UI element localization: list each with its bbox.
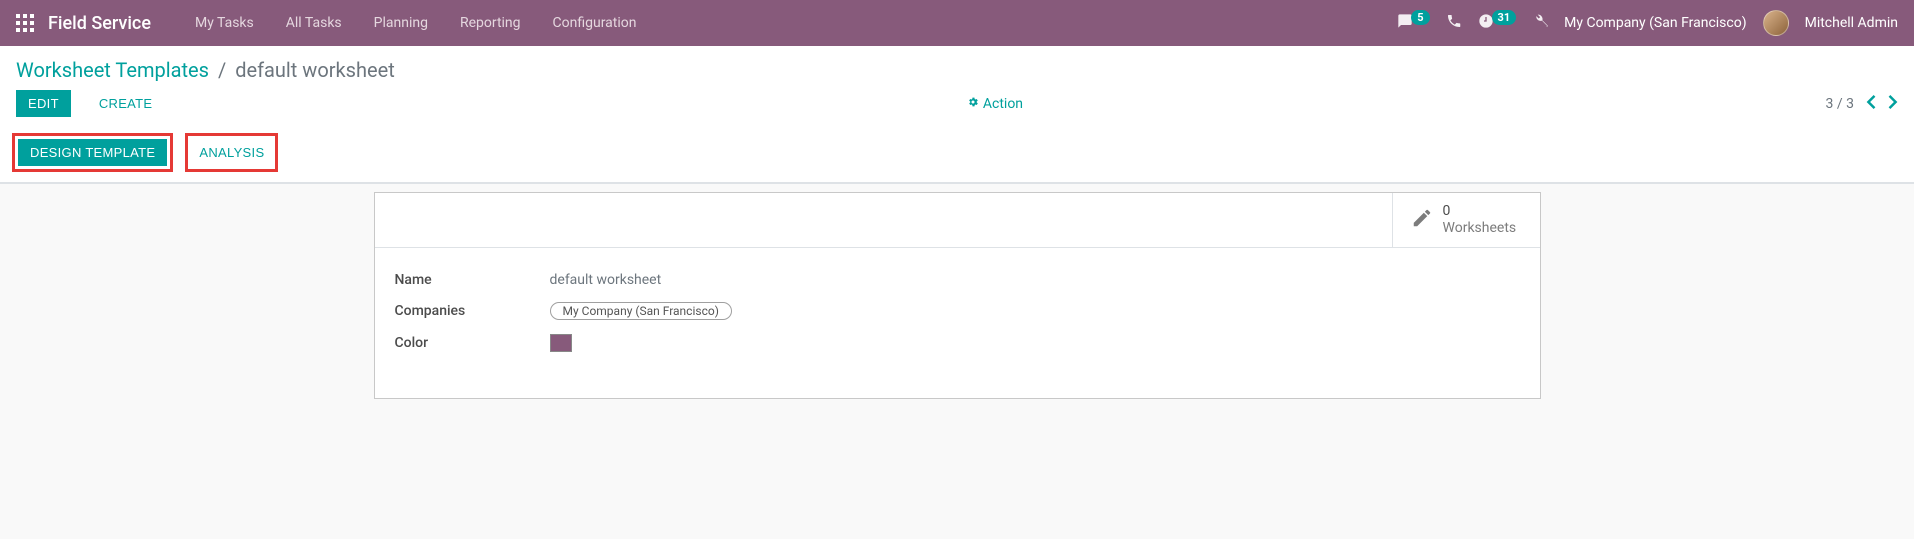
label-name: Name: [395, 272, 550, 288]
company-tag[interactable]: My Company (San Francisco): [550, 302, 732, 320]
color-swatch[interactable]: [550, 334, 572, 352]
stat-label: Worksheets: [1443, 220, 1517, 237]
nav-all-tasks[interactable]: All Tasks: [270, 0, 358, 46]
create-button[interactable]: Create: [87, 90, 165, 117]
stat-count: 0: [1443, 203, 1517, 220]
header-action-buttons: Design Template Analysis: [0, 127, 1914, 182]
action-label: Action: [983, 96, 1023, 112]
cp-left-buttons: Edit Create: [16, 90, 164, 117]
pager-prev[interactable]: [1866, 95, 1876, 113]
user-name[interactable]: Mitchell Admin: [1805, 15, 1898, 31]
activities-tray[interactable]: 31: [1478, 13, 1517, 33]
form-body: Name default worksheet Companies My Comp…: [375, 248, 1540, 398]
nav-menu: My Tasks All Tasks Planning Reporting Co…: [179, 0, 653, 46]
highlight-analysis: Analysis: [185, 133, 278, 172]
breadcrumb-current: default worksheet: [235, 58, 395, 82]
debug-tray[interactable]: [1532, 13, 1548, 33]
nav-configuration[interactable]: Configuration: [537, 0, 653, 46]
phone-tray[interactable]: [1446, 13, 1462, 33]
pencil-icon: [1411, 207, 1433, 233]
row-color: Color: [395, 334, 1520, 352]
label-color: Color: [395, 335, 550, 351]
worksheets-stat-button[interactable]: 0 Worksheets: [1392, 193, 1540, 247]
control-panel: Worksheet Templates / default worksheet …: [0, 46, 1914, 183]
row-companies: Companies My Company (San Francisco): [395, 302, 1520, 320]
breadcrumb-root[interactable]: Worksheet Templates: [16, 58, 209, 82]
analysis-button[interactable]: Analysis: [191, 139, 272, 166]
nav-my-tasks[interactable]: My Tasks: [179, 0, 270, 46]
highlight-design-template: Design Template: [12, 133, 173, 172]
nav-planning[interactable]: Planning: [358, 0, 444, 46]
wrench-icon: [1532, 13, 1548, 33]
form-sheet-bg: 0 Worksheets Name default worksheet Comp…: [0, 183, 1914, 439]
button-box-spacer: [375, 193, 1392, 247]
gear-icon: [967, 96, 979, 112]
edit-button[interactable]: Edit: [16, 90, 71, 117]
avatar: [1763, 10, 1789, 36]
nav-reporting[interactable]: Reporting: [444, 0, 537, 46]
messages-badge: 5: [1411, 10, 1429, 25]
row-name: Name default worksheet: [395, 272, 1520, 288]
user-menu[interactable]: [1763, 10, 1789, 36]
pager-next[interactable]: [1888, 95, 1898, 113]
apps-icon[interactable]: [16, 14, 34, 32]
action-dropdown[interactable]: Action: [967, 96, 1023, 112]
label-companies: Companies: [395, 303, 550, 319]
form-sheet: 0 Worksheets Name default worksheet Comp…: [374, 192, 1541, 399]
navbar-right: 5 31 My Company (San Francisco) Mitchell…: [1397, 10, 1898, 36]
messages-tray[interactable]: 5: [1397, 13, 1429, 33]
app-title[interactable]: Field Service: [48, 13, 151, 34]
phone-icon: [1446, 13, 1462, 33]
main-navbar: Field Service My Tasks All Tasks Plannin…: [0, 0, 1914, 46]
design-template-button[interactable]: Design Template: [18, 139, 167, 166]
pager: 3 / 3: [1826, 95, 1898, 113]
navbar-left: Field Service My Tasks All Tasks Plannin…: [16, 0, 652, 46]
button-box: 0 Worksheets: [375, 193, 1540, 248]
pager-text[interactable]: 3 / 3: [1826, 96, 1854, 112]
company-switcher[interactable]: My Company (San Francisco): [1564, 15, 1746, 31]
breadcrumb: Worksheet Templates / default worksheet: [0, 46, 1914, 86]
activities-badge: 31: [1492, 10, 1517, 25]
breadcrumb-separator: /: [218, 58, 226, 82]
value-name: default worksheet: [550, 272, 662, 288]
